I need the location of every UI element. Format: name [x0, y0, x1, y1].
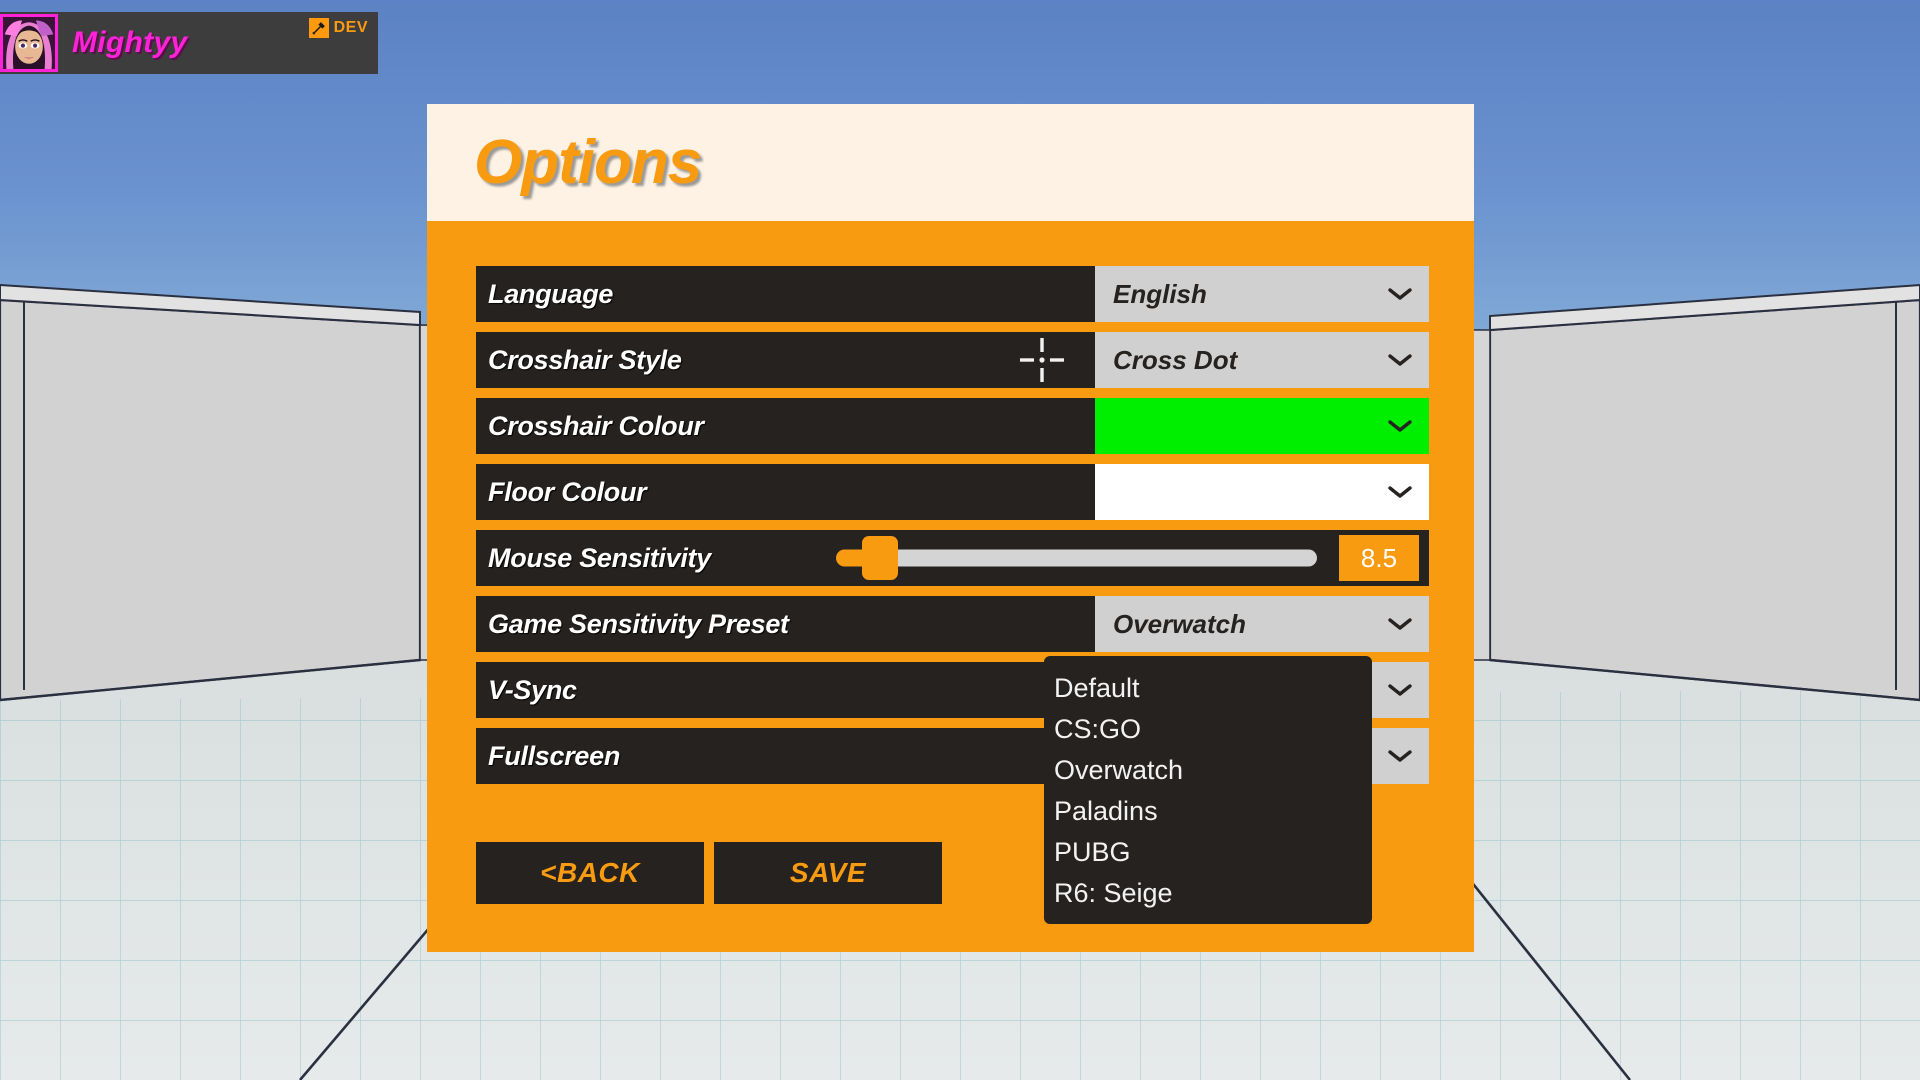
dropdown-option-pubg[interactable]: PUBG: [1044, 830, 1372, 871]
dev-badge-label: DEV: [333, 19, 368, 36]
dropdown-option-default[interactable]: Default: [1044, 666, 1372, 707]
setting-label: Mouse Sensitivity: [488, 542, 711, 573]
player-name: Mightyy: [72, 26, 188, 59]
setting-label-container: Language: [476, 266, 1091, 322]
setting-row-crosshair-style: Crosshair Style Cross Dot: [476, 332, 1429, 388]
setting-label-container: V-Sync: [476, 662, 1091, 718]
language-value: English: [1113, 278, 1207, 309]
page-title: Options: [474, 128, 702, 197]
setting-label: Language: [488, 278, 614, 309]
crosshair-cross-dot-icon: [1020, 338, 1064, 382]
setting-label: Crosshair Style: [488, 344, 682, 375]
setting-label-container: Floor Colour: [476, 464, 1091, 520]
setting-label: Game Sensitivity Preset: [488, 608, 789, 639]
hammer-icon: [308, 18, 329, 38]
setting-row-mouse-sensitivity: Mouse Sensitivity 8.5: [476, 530, 1429, 586]
setting-label: Crosshair Colour: [488, 410, 704, 441]
setting-row-floor-colour: Floor Colour: [476, 464, 1429, 520]
player-nameplate: Mightyy DEV: [0, 12, 378, 74]
crosshair-style-value: Cross Dot: [1113, 344, 1238, 375]
setting-label: V-Sync: [488, 674, 577, 705]
game-sensitivity-preset-dropdown-list: Default CS:GO Overwatch Paladins PUBG R6…: [1044, 656, 1372, 924]
chevron-down-icon: [1388, 420, 1412, 432]
dropdown-option-paladins[interactable]: Paladins: [1044, 789, 1372, 830]
setting-label-container: Mouse Sensitivity: [476, 530, 1429, 586]
dropdown-option-r6[interactable]: R6: Seige: [1044, 871, 1372, 912]
setting-label-container: Fullscreen: [476, 728, 1091, 784]
dropdown-option-csgo[interactable]: CS:GO: [1044, 707, 1372, 748]
floor-colour-dropdown[interactable]: [1091, 464, 1429, 520]
chevron-down-icon: [1388, 618, 1412, 630]
language-dropdown[interactable]: English: [1091, 266, 1429, 322]
chevron-down-icon: [1388, 288, 1412, 300]
dropdown-option-overwatch[interactable]: Overwatch: [1044, 748, 1372, 789]
game-sensitivity-preset-dropdown[interactable]: Overwatch: [1091, 596, 1429, 652]
back-button[interactable]: <BACK: [476, 842, 704, 904]
chevron-down-icon: [1388, 750, 1412, 762]
avatar: [0, 14, 58, 72]
save-button[interactable]: SAVE: [714, 842, 942, 904]
panel-header: Options: [427, 104, 1474, 221]
panel-button-bar: <BACK SAVE: [476, 842, 942, 904]
setting-label-container: Game Sensitivity Preset: [476, 596, 1091, 652]
setting-label: Floor Colour: [488, 476, 647, 507]
crosshair-colour-dropdown[interactable]: [1091, 398, 1429, 454]
setting-row-language: Language English: [476, 266, 1429, 322]
dev-badge: DEV: [308, 18, 368, 38]
crosshair-style-dropdown[interactable]: Cross Dot: [1091, 332, 1429, 388]
setting-label-container: Crosshair Style: [476, 332, 1091, 388]
chevron-down-icon: [1388, 486, 1412, 498]
chevron-down-icon: [1388, 354, 1412, 366]
setting-row-crosshair-colour: Crosshair Colour: [476, 398, 1429, 454]
chevron-down-icon: [1388, 684, 1412, 696]
game-sensitivity-preset-value: Overwatch: [1113, 608, 1246, 639]
setting-label-container: Crosshair Colour: [476, 398, 1091, 454]
setting-row-game-sensitivity-preset: Game Sensitivity Preset Overwatch: [476, 596, 1429, 652]
avatar-portrait-icon: [3, 17, 55, 69]
setting-label: Fullscreen: [488, 740, 621, 771]
